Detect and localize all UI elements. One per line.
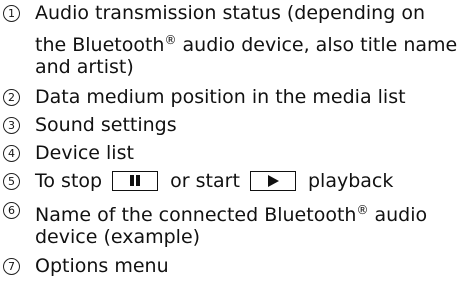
legend-item-line: 1 Audio transmission status (depending o… bbox=[0, 0, 462, 27]
legend-item-5: 5 To stop or start playback bbox=[0, 168, 462, 195]
number-badge: 5 bbox=[3, 173, 20, 190]
legend-item-line: 2 Data medium position in the media list bbox=[0, 84, 462, 111]
legend-item-line: 5 To stop or start playback bbox=[0, 168, 462, 195]
number-badge: 3 bbox=[3, 117, 20, 134]
legend-item-6: 6 Name of the connected Bluetooth® audio… bbox=[0, 197, 462, 251]
legend-item-line: the Bluetooth® audio device, also title … bbox=[0, 27, 462, 56]
number-badge: 1 bbox=[3, 5, 20, 22]
play-icon bbox=[267, 175, 279, 187]
legend-item-line: 4 Device list bbox=[0, 140, 462, 167]
pause-icon bbox=[128, 175, 142, 186]
legend-item-4: 4 Device list bbox=[0, 140, 462, 167]
legend-text: Sound settings bbox=[35, 114, 177, 136]
legend-text: Data medium position in the media list bbox=[35, 86, 406, 108]
legend-text: To stop or start playback bbox=[35, 170, 394, 192]
legend-text: Device list bbox=[35, 142, 134, 164]
number-badge: 2 bbox=[3, 89, 20, 106]
pause-button-symbol bbox=[112, 171, 159, 191]
legend-item-line: and artist) bbox=[0, 54, 462, 81]
number-badge: 4 bbox=[3, 145, 20, 162]
legend-list: 1 Audio transmission status (depending o… bbox=[0, 0, 462, 287]
legend-item-line: 7 Options menu bbox=[0, 253, 462, 280]
legend-text: Audio transmission status (depending on bbox=[35, 2, 425, 24]
legend-text: and artist) bbox=[35, 56, 134, 78]
legend-item-line: device (example) bbox=[0, 224, 462, 251]
legend-item-2: 2 Data medium position in the media list bbox=[0, 84, 462, 111]
legend-item-line: 6 Name of the connected Bluetooth® audio bbox=[0, 197, 462, 226]
legend-text: device (example) bbox=[35, 226, 201, 248]
legend-item-1: 1 Audio transmission status (depending o… bbox=[0, 0, 462, 81]
play-button-symbol bbox=[249, 171, 296, 191]
legend-text: Options menu bbox=[35, 255, 169, 277]
legend-item-3: 3 Sound settings bbox=[0, 112, 462, 139]
registered-mark: ® bbox=[164, 33, 177, 47]
number-badge: 6 bbox=[3, 202, 20, 219]
legend-item-line: 3 Sound settings bbox=[0, 112, 462, 139]
registered-mark: ® bbox=[356, 203, 369, 217]
legend-item-7: 7 Options menu bbox=[0, 253, 462, 280]
number-badge: 7 bbox=[3, 258, 20, 275]
